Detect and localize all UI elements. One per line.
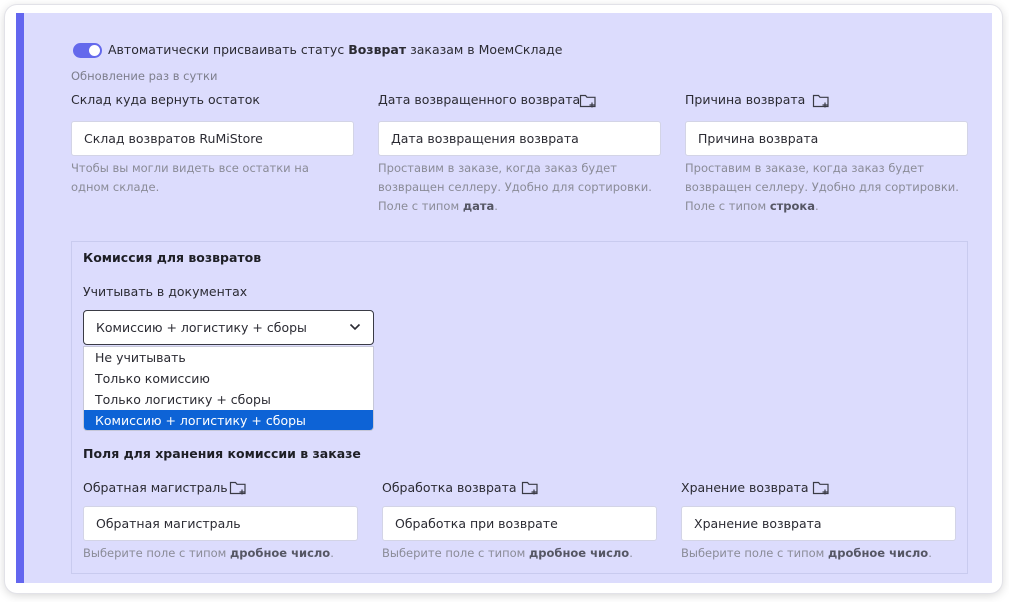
commission-section: Комиссия для возвратов Учитывать в докум… xyxy=(71,241,968,574)
option-commission-logistics-fees[interactable]: Комиссию + логистику + сборы xyxy=(84,410,373,430)
returns-settings-panel: Автоматически присваивать статус Возврат… xyxy=(16,13,992,583)
warehouse-input[interactable]: Склад возвратов RuMiStore xyxy=(71,121,354,156)
account-label: Учитывать в документах xyxy=(83,284,248,299)
option-commission-only[interactable]: Только комиссию xyxy=(84,368,373,389)
chevron-down-icon xyxy=(349,323,361,331)
reverse-trunk-input[interactable]: Обратная магистраль xyxy=(83,506,358,541)
return-processing-hint: Выберите поле с типом дробное число. xyxy=(382,546,633,560)
warehouse-hint: Чтобы вы могли видеть все остатки на одн… xyxy=(71,161,309,194)
warehouse-label: Склад куда вернуть остаток xyxy=(71,92,260,107)
folder-plus-icon[interactable] xyxy=(812,93,830,109)
folder-plus-icon[interactable] xyxy=(521,480,539,496)
accent-bar xyxy=(16,13,24,583)
settings-window: Автоматически присваивать статус Возврат… xyxy=(5,5,1002,593)
commission-select-value: Комиссию + логистику + сборы xyxy=(96,320,307,335)
return-storage-input[interactable]: Хранение возврата xyxy=(681,506,956,541)
auto-status-toggle[interactable] xyxy=(73,43,102,58)
reverse-trunk-label: Обратная магистраль xyxy=(83,480,228,495)
return-reason-label: Причина возврата xyxy=(685,92,806,107)
return-reason-hint: Проставим в заказе, когда заказ будет во… xyxy=(685,161,959,213)
storage-fields-title: Поля для хранения комиссии в заказе xyxy=(83,446,361,461)
commission-title: Комиссия для возвратов xyxy=(83,250,262,265)
reverse-trunk-hint: Выберите поле с типом дробное число. xyxy=(83,546,334,560)
return-storage-label: Хранение возврата xyxy=(681,480,809,495)
option-logistics-only[interactable]: Только логистику + сборы xyxy=(84,389,373,410)
folder-plus-icon[interactable] xyxy=(229,480,247,496)
commission-select[interactable]: Комиссию + логистику + сборы xyxy=(83,310,374,345)
return-date-input[interactable]: Дата возвращения возврата xyxy=(378,121,661,156)
return-processing-label: Обработка возврата xyxy=(382,480,517,495)
return-reason-input[interactable]: Причина возврата xyxy=(685,121,968,156)
auto-status-label: Автоматически присваивать статус Возврат… xyxy=(108,42,563,57)
folder-plus-icon[interactable] xyxy=(812,480,830,496)
toggle-knob xyxy=(89,45,100,56)
option-not-account[interactable]: Не учитывать xyxy=(84,347,373,368)
commission-dropdown: Не учитывать Только комиссию Только логи… xyxy=(83,346,374,431)
folder-plus-icon[interactable] xyxy=(579,93,597,109)
return-processing-input[interactable]: Обработка при возврате xyxy=(382,506,657,541)
return-date-hint: Проставим в заказе, когда заказ будет во… xyxy=(378,161,652,213)
return-storage-hint: Выберите поле с типом дробное число. xyxy=(681,546,932,560)
return-date-label: Дата возвращенного возврата xyxy=(378,92,581,107)
update-note: Обновление раз в сутки xyxy=(71,69,218,83)
